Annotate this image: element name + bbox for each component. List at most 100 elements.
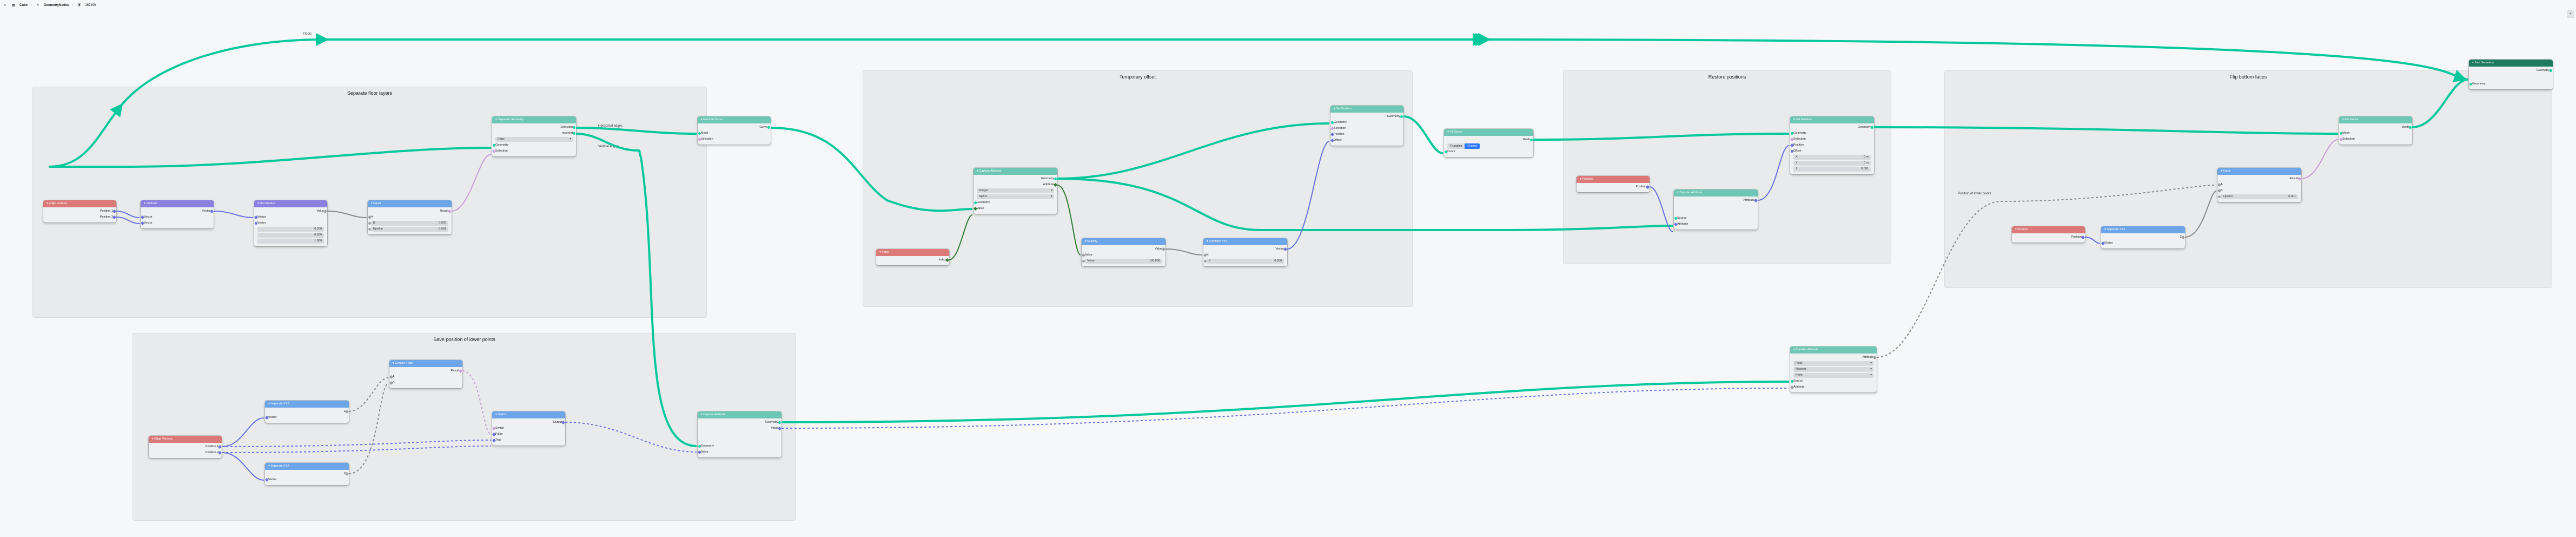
node-set-position-1[interactable]: Set Position Geometry Geometry Selection… [1330,106,1403,146]
socket-attr-out: Attribute [976,182,1055,188]
socket-vector-in: Vector [267,477,347,483]
field-epsilon[interactable]: Epsilon0.001 [371,227,448,232]
field-a: A [2220,182,2299,188]
label-horizontal-edges: Horizontal edges [598,125,623,128]
users-count: 267490 [85,4,96,7]
node-separate-geometry[interactable]: Separate Geometry Selection Inverted Edg… [492,116,576,156]
socket-mesh-out: Mesh [1446,137,1531,143]
node-mesh-to-curve[interactable]: Mesh to Curve Curve Mesh Selection [698,116,771,145]
socket-source-in: Source [1676,215,1756,221]
socket-val-in: Value [700,449,779,455]
domain-dropdown[interactable]: Edge [495,137,573,142]
node-index[interactable]: Index Index [876,249,949,265]
socket-val-out: Value [700,425,779,431]
dropdown-type[interactable]: Float [1793,361,1873,366]
socket-z-out: Z [267,471,347,477]
reroute-label-lower-points: Position of lower points [1958,192,1991,195]
socket-result: Result [2220,176,2299,182]
node-title: Greater Than [395,362,413,365]
socket-geom-out: Geometry [1333,114,1401,120]
node-capture-attribute-vector[interactable]: Capture Attribute Geometry Value Geometr… [698,411,782,457]
socket-sel-in: Selection [1792,136,1872,142]
offset-y[interactable]: Y0 m [1793,161,1871,166]
node-title: Combine XYZ [1209,240,1227,243]
vec-y[interactable]: 0.000 [257,233,324,238]
socket-val-in: Value [976,206,1055,212]
socket-position-2: Position 2 [151,450,220,456]
node-set-position-2[interactable]: Set Position Geometry Geometry Selection… [1790,116,1874,174]
dropdown-domain[interactable]: Spline [977,194,1054,199]
node-dot-product[interactable]: Dot Product Value Vector Vector 0.000 0.… [254,200,327,246]
frame-title: Save position of lower points [133,337,796,342]
node-equal-2[interactable]: Equal Result A B Epsilon0.001 [2217,168,2301,202]
socket-vector-out: Vector [1206,246,1285,252]
node-multiply[interactable]: Multiply Value Value Value100.000 [1082,238,1166,266]
node-title: Capture Attribute [979,169,1001,173]
socket-z: Z [2103,234,2183,240]
node-title: Multiply [1087,240,1097,243]
node-separate-xyz-c[interactable]: Separate XYZ Z Vector [2101,226,2185,248]
nodetree-name[interactable]: GeometryNodes [44,4,69,7]
frame-save-position: Save position of lower points [133,333,796,521]
node-equal-1[interactable]: Equal Result A B0.000 Epsilon0.001 [368,200,452,234]
dropdown-domain[interactable]: Point [1793,373,1873,378]
socket-attr-in: Attribute [1676,221,1756,227]
node-switch[interactable]: Switch Output Switch False True [492,411,565,446]
node-flip-faces[interactable]: Flip Faces Mesh Mesh Selection [2339,116,2412,145]
node-title: Equal [2223,169,2230,173]
node-position-2[interactable]: Position Position [2012,226,2085,243]
node-title: Position [1582,178,1593,181]
node-title: Capture Attribute [703,413,725,416]
socket-sel-in: Selection [1333,126,1401,132]
node-separate-xyz-a[interactable]: Separate XYZ Z Vector [265,401,349,423]
fill-mode-toggle[interactable]: Triangles N-gons [1447,143,1480,149]
node-fill-curve[interactable]: Fill Curve Mesh Triangles N-gons Curve [1444,129,1533,157]
node-capture-attribute-index[interactable]: Capture Attribute Geometry Attribute Int… [974,168,1057,214]
shield-icon: 🛡 [76,3,82,8]
fill-mode-ngons[interactable]: N-gons [1465,143,1480,149]
node-edge-vertices-1[interactable]: Edge Vertices Position 1 Position 2 [43,200,116,222]
node-transfer-attribute-2[interactable]: Transfer Attribute Attribute Float Neare… [1790,346,1877,392]
socket-x: X [1206,252,1285,258]
node-title: Separate XYZ [2107,228,2125,231]
node-edge-vertices-2[interactable]: Edge Vertices Position 1 Position 2 [149,436,222,458]
field-b[interactable]: B0.000 [371,221,448,226]
node-greater-than[interactable]: Greater Than Result A B [389,360,462,388]
socket-vector-a: Vector [143,214,211,220]
offset-x[interactable]: X0 m [1793,155,1871,160]
node-title: Edge Vertices [154,437,173,441]
field-b: B [2220,188,2299,194]
node-join-geometry[interactable]: Join Geometry Geometry Geometry [2469,60,2553,89]
field-epsilon[interactable]: Epsilon0.001 [2221,194,2298,199]
socket-geom-in: Geometry [1792,130,1872,136]
node-position-1[interactable]: Position Position [1577,176,1650,192]
close-icon[interactable]: × [2567,11,2574,17]
socket-pos-in: Position [1333,132,1401,137]
vec-x[interactable]: 0.000 [257,227,324,232]
field-y[interactable]: Y0.000 [1207,259,1284,264]
field-a: A [392,374,460,380]
node-combine-xyz[interactable]: Combine XYZ Vector X Y0.000 [1203,238,1287,266]
field-value[interactable]: Value100.000 [1085,259,1162,264]
socket-geom-in: Geometry [2471,81,2551,87]
node-separate-xyz-b[interactable]: Separate XYZ Z Vector [265,463,349,485]
node-title: Set Position [1336,107,1352,110]
socket-sel-in: Selection [2341,136,2410,142]
offset-z[interactable]: Z0.001 [1793,167,1871,172]
vec-z[interactable]: 1.000 [257,239,324,244]
object-name[interactable]: Cube [19,4,28,7]
dropdown-mapping[interactable]: Nearest [1793,367,1873,372]
socket-vector-a: Vector [256,214,325,220]
dropdown-type[interactable]: Integer [977,188,1054,193]
breadcrumb[interactable]: ≡ ▦ Cube › ✎ GeometryNodes › 🛡 267490 [2,1,96,10]
frame-temporary-offset: Temporary offset [863,70,1413,307]
node-transfer-attribute-1[interactable]: Transfer Attribute Attribute Source Attr… [1674,189,1758,230]
chevron-right-icon: › [72,4,73,7]
socket-mesh-out: Mesh [2341,125,2410,130]
node-subtract[interactable]: Subtract Vector Vector Vector [141,200,214,228]
socket-value-out: Value [1084,246,1163,252]
fill-mode-triangles[interactable]: Triangles [1447,143,1465,149]
socket-false: False [494,431,563,437]
socket-z-out: Z [267,409,347,415]
socket-geom-out: Geometry [1792,125,1872,130]
